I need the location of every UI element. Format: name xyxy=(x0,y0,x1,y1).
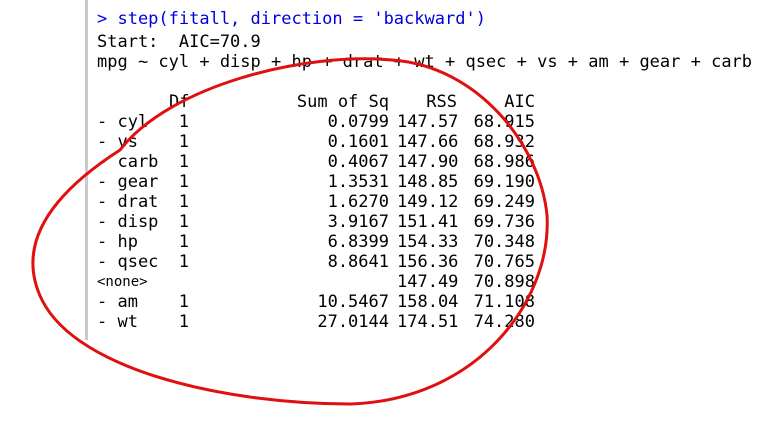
console-formula: mpg ~ cyl + disp + hp + drat + wt + qsec… xyxy=(97,52,753,72)
row-rss: 147.49 xyxy=(397,272,459,292)
row-rss: 149.12 xyxy=(397,192,459,212)
row-aic: 68.932 xyxy=(473,132,535,152)
row-term: - wt xyxy=(97,312,138,332)
row-df: 1 xyxy=(178,312,189,332)
row-sum-of-sq: 6.8399 xyxy=(327,232,389,252)
table-row: <none> 147.49 70.898 xyxy=(97,273,535,292)
header-aic: AIC xyxy=(504,92,535,112)
row-aic: 69.736 xyxy=(473,212,535,232)
table-row: - cyl 1 0.0799 147.57 68.915 xyxy=(97,113,535,132)
row-rss: 147.90 xyxy=(397,152,459,172)
row-rss: 148.85 xyxy=(397,172,459,192)
table-row: - hp 1 6.8399 154.33 70.348 xyxy=(97,232,535,252)
row-rss: 174.51 xyxy=(397,312,459,332)
row-term: <none> xyxy=(97,274,148,290)
row-sum-of-sq: 0.1601 xyxy=(327,132,389,152)
row-sum-of-sq: 0.0799 xyxy=(327,112,389,132)
row-df: 1 xyxy=(178,232,189,252)
row-rss: 151.41 xyxy=(397,212,459,232)
row-rss: 156.36 xyxy=(397,252,459,272)
row-term: - hp xyxy=(97,232,138,252)
row-term: - vs xyxy=(97,132,138,152)
row-df: 1 xyxy=(178,252,189,272)
row-term: - disp xyxy=(97,212,159,232)
row-sum-of-sq: 27.0144 xyxy=(317,312,389,332)
console-start-aic: Start: AIC=70.9 xyxy=(97,32,261,52)
row-term: - cyl xyxy=(97,112,149,132)
table-row: - gear 1 1.3531 148.85 69.190 xyxy=(97,173,535,192)
header-sum-of-sq: Sum of Sq xyxy=(296,92,389,112)
row-aic: 68.986 xyxy=(473,152,535,172)
row-term: - carb xyxy=(97,152,159,172)
row-aic: 74.280 xyxy=(473,312,535,332)
console-command: > step(fitall, direction = 'backward') xyxy=(97,9,486,29)
row-df: 1 xyxy=(178,132,189,152)
row-df: 1 xyxy=(178,152,189,172)
row-rss: 147.57 xyxy=(397,112,459,132)
row-sum-of-sq: 10.5467 xyxy=(317,292,389,312)
row-term: - drat xyxy=(97,192,159,212)
row-sum-of-sq: 1.6270 xyxy=(327,192,389,212)
row-term: - qsec xyxy=(97,252,159,272)
row-df: 1 xyxy=(178,292,189,312)
row-aic: 69.190 xyxy=(473,172,535,192)
row-sum-of-sq: 1.3531 xyxy=(327,172,389,192)
table-row: - qsec 1 8.8641 156.36 70.765 xyxy=(97,253,535,272)
row-aic: 70.898 xyxy=(473,272,535,292)
row-sum-of-sq: 0.4067 xyxy=(327,152,389,172)
row-rss: 158.04 xyxy=(397,292,459,312)
row-rss: 147.66 xyxy=(397,132,459,152)
header-df: Df xyxy=(169,92,190,112)
table-row: - disp 1 3.9167 151.41 69.736 xyxy=(97,213,535,232)
row-rss: 154.33 xyxy=(397,232,459,252)
row-sum-of-sq: 8.8641 xyxy=(327,252,389,272)
row-df: 1 xyxy=(178,112,189,132)
row-aic: 69.249 xyxy=(473,192,535,212)
header-rss: RSS xyxy=(426,92,457,112)
table-row: - wt 1 27.0144 174.51 74.280 xyxy=(97,312,535,332)
table-row: - carb 1 0.4067 147.90 68.986 xyxy=(97,153,535,172)
row-aic: 71.108 xyxy=(473,292,535,312)
table-row: - vs 1 0.1601 147.66 68.932 xyxy=(97,132,535,152)
row-aic: 68.915 xyxy=(473,112,535,132)
row-term: - am xyxy=(97,292,138,312)
row-df: 1 xyxy=(178,192,189,212)
row-df: 1 xyxy=(178,212,189,232)
row-aic: 70.348 xyxy=(473,232,535,252)
row-df: 1 xyxy=(178,172,189,192)
row-aic: 70.765 xyxy=(473,252,535,272)
row-sum-of-sq: 3.9167 xyxy=(327,212,389,232)
table-row: - drat 1 1.6270 149.12 69.249 xyxy=(97,193,535,212)
table-row: - am 1 10.5467 158.04 71.108 xyxy=(97,292,535,312)
table-header: Df Sum of Sq RSS AIC xyxy=(97,93,535,112)
row-term: - gear xyxy=(97,172,159,192)
